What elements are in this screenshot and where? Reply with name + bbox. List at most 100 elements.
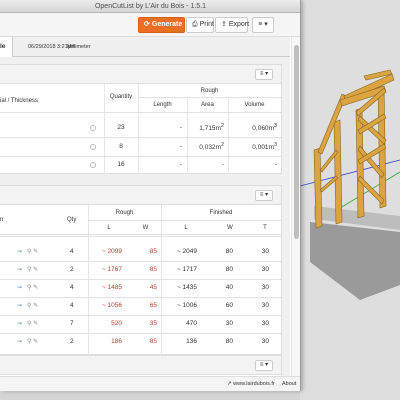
pin-icon[interactable]: ⇝ <box>17 267 22 273</box>
part-finished-length: ~ 1006 <box>176 302 197 309</box>
radio-circle-icon[interactable] <box>90 162 96 168</box>
part-finished-thickness: 30 <box>261 302 269 309</box>
part-qty: 4 <box>70 248 74 255</box>
part-finished-length: ~ 2049 <box>176 248 197 255</box>
pencil-icon[interactable]: ✎ <box>33 285 38 291</box>
search-icon[interactable]: ⚲ <box>27 285 31 291</box>
generate-label: Generate <box>151 21 183 28</box>
material-row-length: - <box>179 161 182 168</box>
part-qty: 4 <box>70 302 74 309</box>
part-finished-thickness: 30 <box>261 320 269 327</box>
part-rough-length: ~ 2099 <box>101 248 122 255</box>
part-finished-width: 40 <box>225 284 233 291</box>
next-group-panel: ≡ ▾ <box>0 355 282 376</box>
part-finished-width: 80 <box>225 338 233 345</box>
part-rough-length: ~ 1767 <box>101 266 122 273</box>
hamburger-menu-icon: ≡ ▾ <box>259 362 269 368</box>
pencil-icon[interactable]: ✎ <box>33 339 38 345</box>
material-row-volume: 0,001m3 <box>252 142 277 152</box>
export-button[interactable]: ⇪ Export <box>215 17 250 33</box>
part-finished-thickness: 30 <box>261 284 269 291</box>
scrollbar-thumb[interactable] <box>294 45 299 239</box>
export-label: Export <box>228 21 250 28</box>
search-icon[interactable]: ⚲ <box>27 249 31 255</box>
pin-icon[interactable]: ⇝ <box>17 303 22 309</box>
length-unit: Millimeter <box>67 44 91 50</box>
material-row-length: - <box>179 124 182 131</box>
col-finished-width: W <box>227 225 233 231</box>
window-titlebar[interactable]: OpenCutList by L'Air du Bois - 1.5.1 <box>0 0 300 13</box>
part-qty: 2 <box>70 266 74 273</box>
part-actions: ⇝ ⚲ ✎ <box>17 302 38 309</box>
search-icon[interactable]: ⚲ <box>27 303 31 309</box>
sketchup-viewport[interactable] <box>300 0 400 400</box>
parts-panel-header: ≡ ▾ <box>0 186 281 205</box>
toolbar-menu-button[interactable]: ≡ ▾ <box>252 17 274 33</box>
pin-icon[interactable]: ⇝ <box>17 249 22 255</box>
materials-menu-button[interactable]: ≡ ▾ <box>255 69 273 80</box>
part-rough-width: 85 <box>149 338 157 345</box>
part-qty: 7 <box>70 320 74 327</box>
part-finished-width: 80 <box>225 266 233 273</box>
parts-panel: ≡ ▾ n Qty Rough Finished L W L W T ⇝ ⚲ ✎… <box>0 185 282 356</box>
part-finished-length: ~ 1435 <box>176 284 197 291</box>
pin-icon[interactable]: ⇝ <box>17 285 22 291</box>
col-area: Area <box>201 102 214 108</box>
pencil-icon[interactable]: ✎ <box>33 321 38 327</box>
search-icon[interactable]: ⚲ <box>27 267 31 273</box>
col-rough: Rough <box>200 88 219 94</box>
part-rough-length: 186 <box>111 338 122 345</box>
hamburger-menu-icon: ≡ ▾ <box>259 71 269 77</box>
col-finished: Finished <box>209 210 233 216</box>
parts-menu-button[interactable]: ≡ ▾ <box>255 190 273 201</box>
tab-sale[interactable]: Sale <box>0 37 13 57</box>
status-bar: ↗ www.lairdubois.fr About <box>0 376 300 391</box>
part-actions: ⇝ ⚲ ✎ <box>17 248 38 255</box>
pin-icon[interactable]: ⇝ <box>17 321 22 327</box>
materials-panel-header: ≡ ▾ <box>0 65 281 84</box>
next-group-panel-header: ≡ ▾ <box>0 356 281 375</box>
vertical-scrollbar[interactable] <box>291 37 300 376</box>
print-button[interactable]: ⎙ Print <box>186 17 214 33</box>
part-rough-length: 520 <box>111 320 122 327</box>
col-rough: Rough <box>115 210 134 216</box>
wooden-structure <box>313 69 395 229</box>
search-icon[interactable]: ⚲ <box>27 321 31 327</box>
report-content: ≡ ▾ ial / Thickness Quantity Rough Lengt… <box>0 57 290 376</box>
pencil-icon[interactable]: ✎ <box>33 303 38 309</box>
part-rough-width: 85 <box>149 266 157 273</box>
part-actions: ⇝ ⚲ ✎ <box>17 266 38 273</box>
pencil-icon[interactable]: ✎ <box>33 267 38 273</box>
next-group-menu-button[interactable]: ≡ ▾ <box>255 360 273 371</box>
window-title: OpenCutList by L'Air du Bois - 1.5.1 <box>94 3 207 10</box>
material-row-volume: - <box>274 161 277 168</box>
part-finished-width: 60 <box>225 302 233 309</box>
part-qty: 4 <box>70 284 74 291</box>
radio-circle-icon[interactable] <box>90 125 96 131</box>
pencil-icon[interactable]: ✎ <box>33 249 38 255</box>
generate-button[interactable]: ⟳ Generate <box>138 17 185 33</box>
part-finished-width: 30 <box>225 320 233 327</box>
part-finished-thickness: 30 <box>261 338 269 345</box>
part-qty: 2 <box>70 338 74 345</box>
hamburger-menu-icon: ≡ ▾ <box>259 192 269 198</box>
col-finished-thickness: T <box>263 225 267 231</box>
materials-panel: ≡ ▾ ial / Thickness Quantity Rough Lengt… <box>0 64 282 174</box>
part-rough-width: 45 <box>149 284 157 291</box>
col-qty: Qty <box>67 217 77 223</box>
website-link[interactable]: ↗ www.lairdubois.fr <box>227 377 275 391</box>
search-icon[interactable]: ⚲ <box>27 339 31 345</box>
print-label: Print <box>199 21 215 28</box>
3d-model-canvas[interactable] <box>300 0 400 400</box>
part-actions: ⇝ ⚲ ✎ <box>17 284 38 291</box>
radio-circle-icon[interactable] <box>90 144 96 150</box>
material-row-area: - <box>221 161 224 168</box>
part-finished-length: 136 <box>186 338 197 345</box>
report-tabbar: Sale 06/29/2018 3:21pm Millimeter <box>0 37 290 57</box>
about-link[interactable]: About <box>282 377 296 391</box>
part-rough-width: 65 <box>149 302 157 309</box>
material-row-area: 1,715m2 <box>199 123 224 133</box>
export-icon: ⇪ <box>221 21 227 28</box>
col-rough-length: L <box>107 225 111 231</box>
pin-icon[interactable]: ⇝ <box>17 339 22 345</box>
